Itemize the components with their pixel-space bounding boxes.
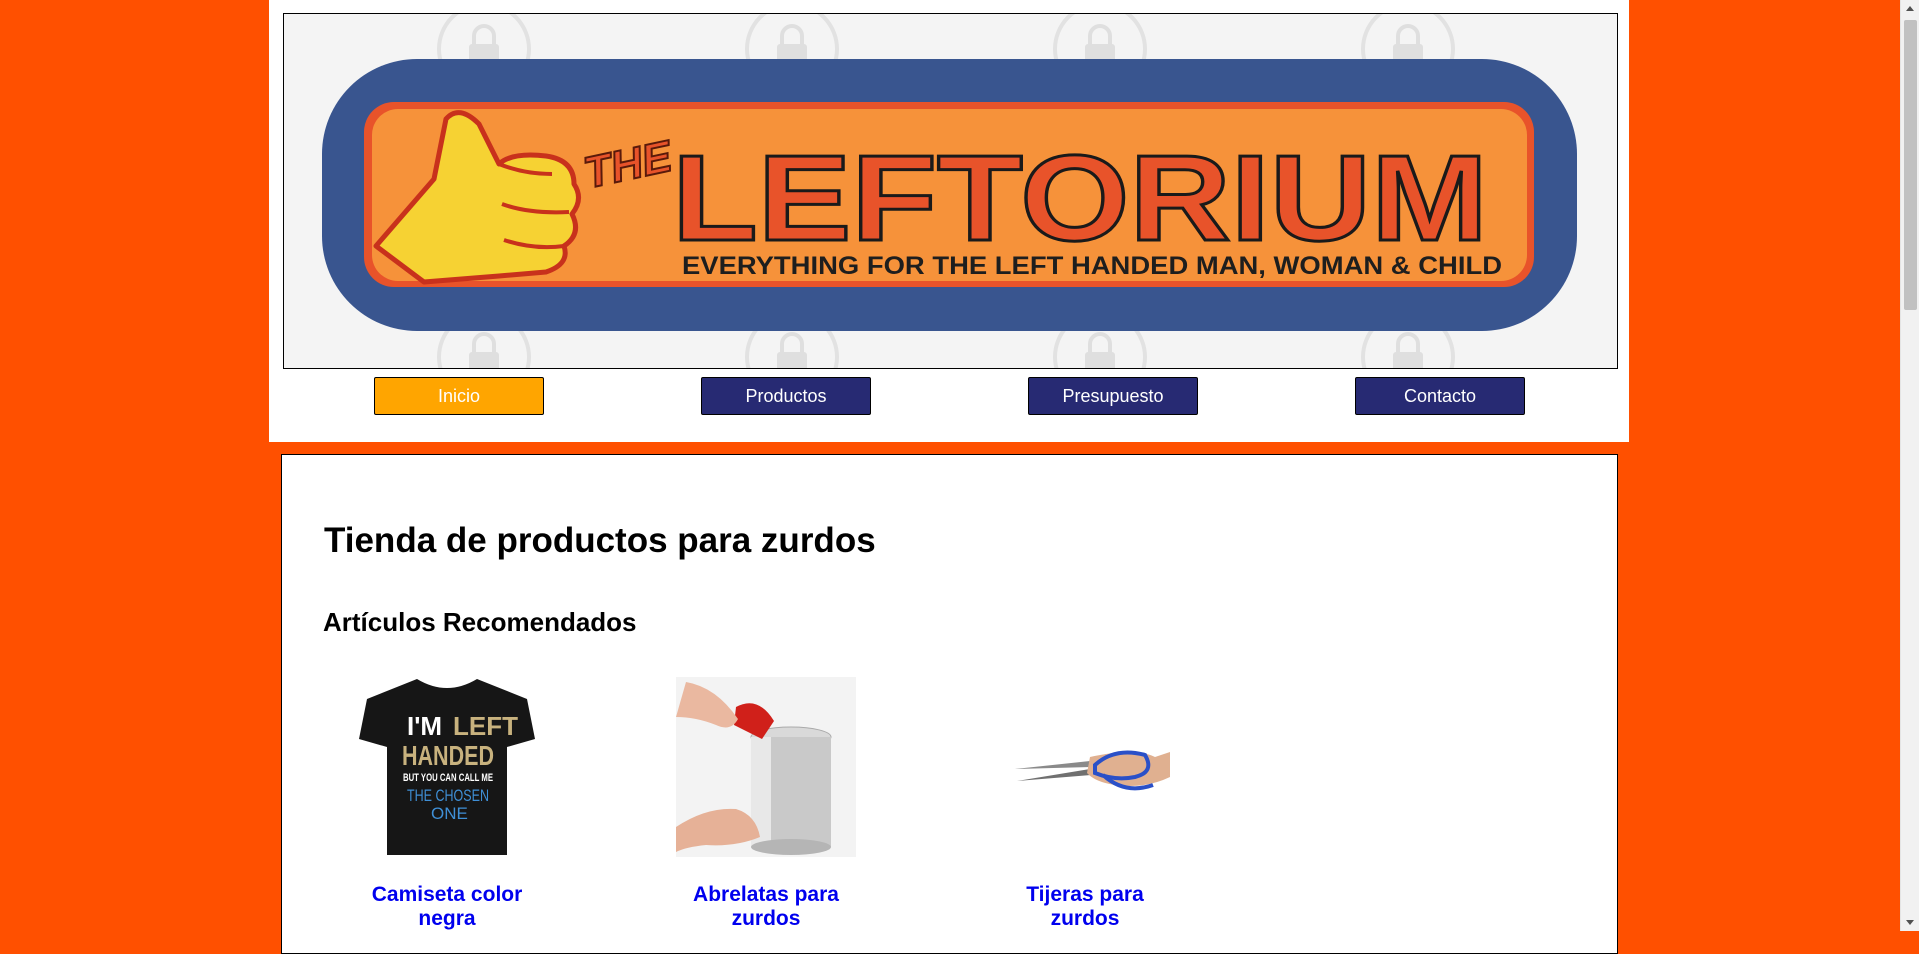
shirt-text-call-me: BUT YOU CAN CALL ME — [403, 772, 493, 784]
nav-button-inicio[interactable]: Inicio — [374, 377, 544, 415]
can-opener-image[interactable] — [676, 677, 856, 857]
product-card-scissors: Tijeras para zurdos — [960, 677, 1210, 931]
leftorium-banner: THE LEFTORIUM EVERYTHING FOR THE LEFT HA… — [283, 13, 1618, 369]
product-link-camiseta[interactable]: Camiseta color negra — [322, 883, 572, 931]
scrollbar-thumb[interactable] — [1904, 20, 1917, 310]
nav-button-productos[interactable]: Productos — [701, 377, 871, 415]
main-navigation: Inicio Productos Presupuesto Contacto — [269, 377, 1629, 415]
logo-wordmark: LEFTORIUM — [672, 130, 1488, 266]
nav-button-contacto[interactable]: Contacto — [1355, 377, 1525, 415]
product-card-can-opener: Abrelatas para zurdos — [641, 677, 891, 931]
site-header: THE LEFTORIUM EVERYTHING FOR THE LEFT HA… — [269, 0, 1629, 442]
tshirt-image[interactable]: I'M LEFT HANDED BUT YOU CAN CALL ME THE … — [357, 677, 537, 857]
page-scrollbar[interactable] — [1900, 0, 1919, 931]
product-card-tshirt: I'M LEFT HANDED BUT YOU CAN CALL ME THE … — [322, 677, 572, 931]
nav-button-presupuesto[interactable]: Presupuesto — [1028, 377, 1198, 415]
shirt-text-im: I'M — [407, 711, 442, 741]
shirt-text-left: LEFT — [453, 711, 518, 741]
page-wrapper: THE LEFTORIUM EVERYTHING FOR THE LEFT HA… — [269, 0, 1629, 954]
logo-tagline: EVERYTHING FOR THE LEFT HANDED MAN, WOMA… — [682, 252, 1502, 280]
recommended-heading: Artículos Recomendados — [323, 607, 637, 637]
leftorium-logo: THE LEFTORIUM EVERYTHING FOR THE LEFT HA… — [284, 14, 1617, 368]
main-content: Tienda de productos para zurdos Artículo… — [281, 454, 1618, 954]
product-link-abrelatas[interactable]: Abrelatas para zurdos — [641, 883, 891, 931]
scroll-down-icon[interactable] — [1906, 920, 1914, 925]
shirt-text-chosen: THE CHOSEN — [407, 786, 489, 805]
shirt-text-one: ONE — [431, 804, 468, 823]
scissors-image[interactable] — [995, 677, 1175, 857]
shirt-text-handed: HANDED — [402, 740, 494, 771]
page-title: Tienda de productos para zurdos — [324, 521, 876, 560]
scroll-up-icon[interactable] — [1906, 6, 1914, 11]
product-link-tijeras[interactable]: Tijeras para zurdos — [960, 883, 1210, 931]
